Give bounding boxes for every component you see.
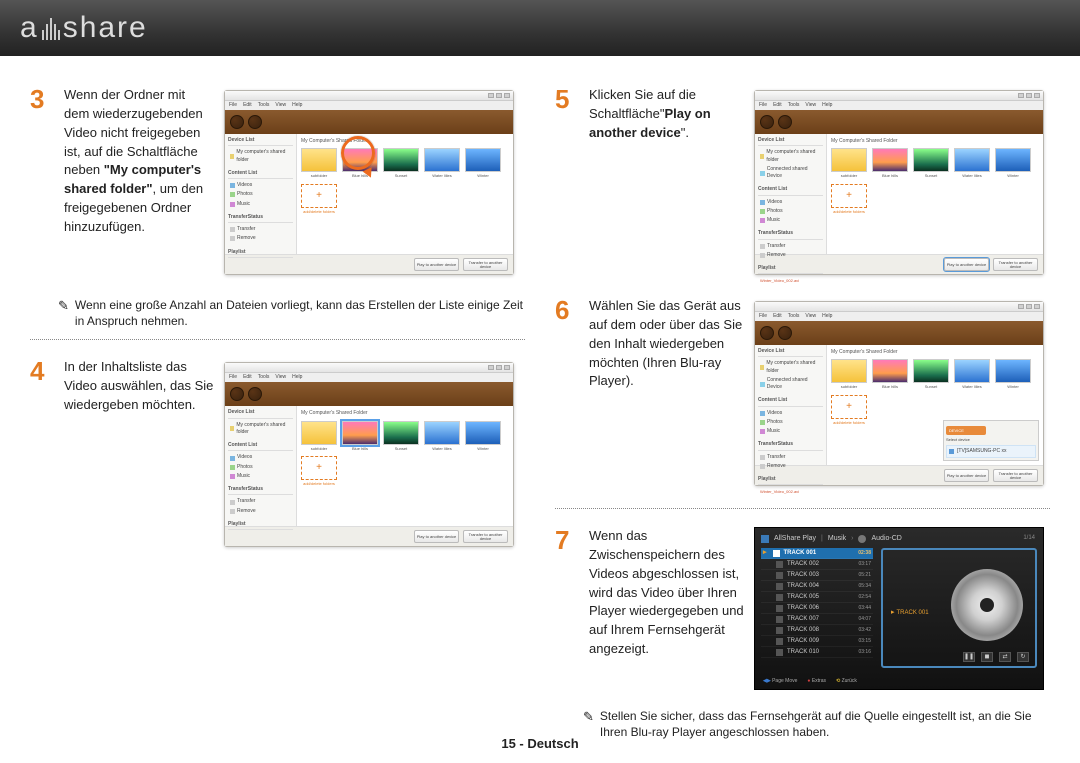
track-row[interactable]: TRACK 01003:16 bbox=[761, 647, 873, 658]
player-screen: AllShare Play | Musik › Audio-CD 1/14 ▸T… bbox=[754, 527, 1044, 690]
logo-bars-icon bbox=[42, 16, 60, 40]
step-3: 3 Wenn der Ordner mit dem wiederzugebend… bbox=[30, 86, 525, 279]
step-5: 5 Klicken Sie auf die Schaltfläche"Play … bbox=[555, 86, 1050, 279]
allshare-play-icon bbox=[761, 535, 769, 543]
callout-ring-icon bbox=[341, 136, 375, 170]
step-4: 4 In der Inhaltsliste das Video auswähle… bbox=[30, 358, 525, 551]
right-column: 5 Klicken Sie auf die Schaltfläche"Play … bbox=[555, 86, 1050, 746]
now-playing-pane: ▸TRACK 001 ❚❚ ◼ ⇄ ↻ bbox=[881, 548, 1037, 668]
content-pane: My Computer's Shared Folder subfolder Bl… bbox=[297, 134, 513, 254]
track-row[interactable]: TRACK 00704:07 bbox=[761, 614, 873, 625]
repeat-icon[interactable]: ↻ bbox=[1017, 652, 1029, 662]
step-5-text: Klicken Sie auf die Schaltfläche"Play on… bbox=[589, 86, 744, 143]
divider bbox=[30, 339, 525, 340]
step-4-screenshot: FileEditToolsViewHelp Device ListMy comp… bbox=[224, 358, 525, 551]
titlebar bbox=[225, 91, 513, 101]
cd-disc-icon bbox=[951, 569, 1023, 641]
step-number: 6 bbox=[555, 297, 577, 490]
pause-icon[interactable]: ❚❚ bbox=[963, 652, 975, 662]
note-icon: ✎ bbox=[58, 297, 69, 329]
disc-icon bbox=[858, 535, 866, 543]
step-7-text: Wenn das Zwischenspeichern des Videos ab… bbox=[589, 527, 744, 659]
step-3-text: Wenn der Ordner mit dem wiederzugebenden… bbox=[64, 86, 214, 237]
track-row[interactable]: TRACK 00502:54 bbox=[761, 592, 873, 603]
step-4-text: In der Inhaltsliste das Video auswählen,… bbox=[64, 358, 214, 415]
shuffle-icon[interactable]: ⇄ bbox=[999, 652, 1011, 662]
stop-icon[interactable]: ◼ bbox=[981, 652, 993, 662]
step-6-screenshot: FileEditToolsViewHelp Device List My com… bbox=[754, 297, 1050, 490]
track-row[interactable]: TRACK 00305:21 bbox=[761, 570, 873, 581]
step-3-screenshot: FileEditToolsViewHelp Device ListMy comp… bbox=[224, 86, 525, 279]
allshare-logo: a share bbox=[20, 11, 148, 45]
left-column: 3 Wenn der Ordner mit dem wiederzugebend… bbox=[30, 86, 525, 746]
track-row[interactable]: TRACK 00803:42 bbox=[761, 625, 873, 636]
step-number: 7 bbox=[555, 527, 577, 690]
track-row[interactable]: TRACK 00405:34 bbox=[761, 581, 873, 592]
step-6-text: Wählen Sie das Gerät aus auf dem oder üb… bbox=[589, 297, 744, 391]
player-controls: ❚❚ ◼ ⇄ ↻ bbox=[963, 652, 1029, 662]
track-row[interactable]: TRACK 00903:15 bbox=[761, 636, 873, 647]
step-number: 4 bbox=[30, 358, 52, 551]
app-header: a share bbox=[0, 0, 1080, 56]
step-3-note: ✎ Wenn eine große Anzahl an Dateien vorl… bbox=[58, 297, 525, 329]
app-menu: FileEditToolsViewHelp bbox=[225, 101, 513, 110]
track-list: ▸TRACK 00102:38TRACK 00203:17TRACK 00305… bbox=[761, 548, 873, 668]
step-7: 7 Wenn das Zwischenspeichern des Videos … bbox=[555, 527, 1050, 690]
step-number: 3 bbox=[30, 86, 52, 279]
divider bbox=[555, 508, 1050, 509]
page-content: 3 Wenn der Ordner mit dem wiederzugebend… bbox=[0, 56, 1080, 756]
step-7-screenshot: AllShare Play | Musik › Audio-CD 1/14 ▸T… bbox=[754, 527, 1050, 690]
sidebar: Device ListMy computer's shared folder C… bbox=[225, 134, 297, 254]
logo-text-left: a bbox=[20, 11, 39, 45]
track-row[interactable]: TRACK 00203:17 bbox=[761, 559, 873, 570]
player-footer: ◀▶ Page Move ● Extras ⟲ Zurück bbox=[763, 678, 857, 685]
page-footer: 15 - Deutsch bbox=[0, 736, 1080, 751]
logo-text-right: share bbox=[63, 11, 148, 45]
track-row[interactable]: TRACK 00603:44 bbox=[761, 603, 873, 614]
step-number: 5 bbox=[555, 86, 577, 279]
step-6: 6 Wählen Sie das Gerät aus auf dem oder … bbox=[555, 297, 1050, 490]
app-toolbar bbox=[225, 110, 513, 134]
step-5-screenshot: FileEditToolsViewHelp Device List My com… bbox=[754, 86, 1050, 279]
track-row[interactable]: ▸TRACK 00102:38 bbox=[761, 548, 873, 559]
